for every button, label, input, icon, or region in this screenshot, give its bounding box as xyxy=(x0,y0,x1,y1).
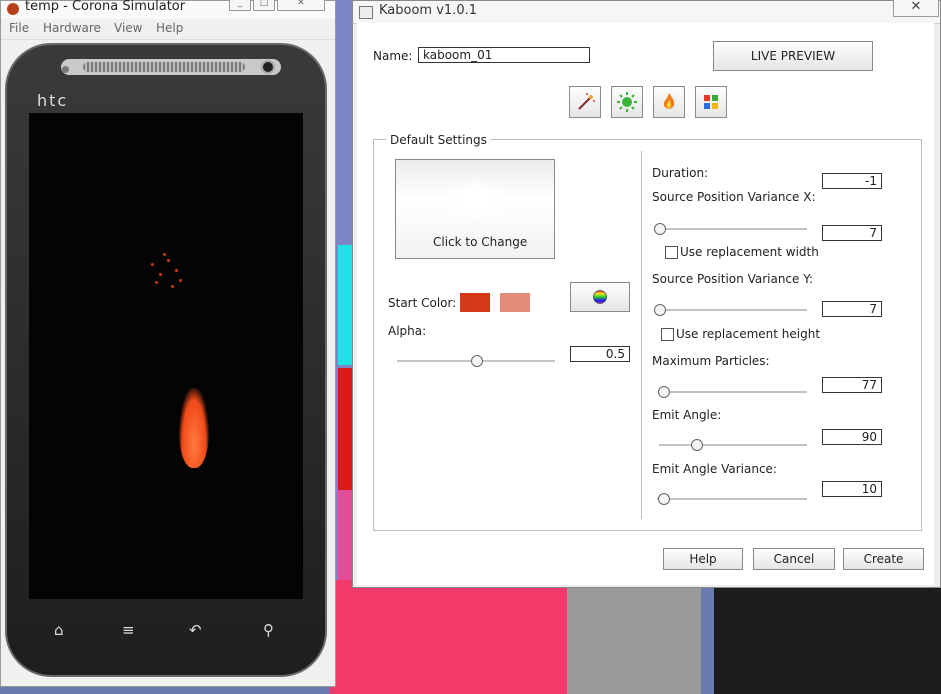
menu-file[interactable]: File xyxy=(9,21,29,35)
slider-thumb[interactable] xyxy=(653,223,666,235)
slider-thumb[interactable] xyxy=(691,439,703,451)
emit-angle-field[interactable]: 90 xyxy=(822,429,882,445)
color-grid-icon[interactable] xyxy=(695,86,727,118)
emit-angle-label: Emit Angle: xyxy=(652,408,722,422)
back-icon[interactable]: ↶ xyxy=(189,621,202,639)
use-replacement-width-checkbox[interactable] xyxy=(665,246,678,259)
minimize-button[interactable]: _ xyxy=(229,0,251,11)
desktop-background-strip xyxy=(338,490,352,580)
duration-field[interactable]: -1 xyxy=(822,173,882,189)
magic-wand-icon[interactable] xyxy=(569,86,601,118)
emit-angle-slider[interactable] xyxy=(659,439,807,451)
app-window-icon xyxy=(359,6,373,19)
desktop-background-window xyxy=(714,580,941,694)
kaboom-title: Kaboom v1.0.1 xyxy=(379,3,477,18)
sensor-dot xyxy=(62,66,69,73)
name-label: Name: xyxy=(373,49,413,63)
simulator-menubar: File Hardware View Help xyxy=(1,19,335,40)
search-icon[interactable]: ⚲ xyxy=(263,621,274,639)
window-controls: _ □ ✕ xyxy=(229,0,329,11)
fire-icon[interactable] xyxy=(653,86,685,118)
emit-angle-variance-label: Emit Angle Variance: xyxy=(652,462,777,476)
slider-thumb[interactable] xyxy=(471,355,483,367)
source-position-variance-y-field[interactable]: 7 xyxy=(822,301,882,317)
slider-track xyxy=(659,391,807,394)
slider-track xyxy=(659,444,807,447)
source-position-variance-x-slider[interactable] xyxy=(653,223,807,235)
desktop-background-window xyxy=(330,580,567,694)
particle xyxy=(175,269,178,272)
simulator-titlebar: temp - Corona Simulator _ □ ✕ xyxy=(1,0,335,19)
help-button[interactable]: Help xyxy=(663,548,743,570)
cancel-button[interactable]: Cancel xyxy=(753,548,835,570)
emit-angle-variance-slider[interactable] xyxy=(657,493,807,505)
menu-help[interactable]: Help xyxy=(156,21,183,35)
emit-angle-variance-field[interactable]: 10 xyxy=(822,481,882,497)
texture-button[interactable]: Click to Change xyxy=(395,159,555,259)
device-screen[interactable] xyxy=(29,113,303,599)
live-preview-button[interactable]: LIVE PREVIEW xyxy=(713,41,873,71)
start-color-swatch[interactable] xyxy=(460,293,490,312)
particle xyxy=(163,253,166,256)
use-replacement-width-label: Use replacement width xyxy=(680,245,819,259)
default-settings-title: Default Settings xyxy=(386,133,491,147)
column-divider xyxy=(641,151,642,519)
color-wheel-icon xyxy=(593,290,607,304)
duration-label: Duration: xyxy=(652,166,709,180)
particle xyxy=(179,279,182,282)
color-picker-button[interactable] xyxy=(570,282,630,312)
slider-track xyxy=(654,309,807,312)
desktop-background-strip xyxy=(338,245,352,365)
sun-icon[interactable] xyxy=(611,86,643,118)
menu-view[interactable]: View xyxy=(114,21,142,35)
source-position-variance-x-label: Source Position Variance X: xyxy=(652,190,816,204)
close-button[interactable]: ✕ xyxy=(893,0,939,17)
alpha-field[interactable]: 0.5 xyxy=(570,346,630,362)
kaboom-window: Kaboom v1.0.1 ✕ Name: kaboom_01 LIVE PRE… xyxy=(352,0,941,588)
slider-thumb[interactable] xyxy=(658,386,671,398)
kaboom-titlebar: Kaboom v1.0.1 ✕ xyxy=(353,0,940,24)
texture-label: Click to Change xyxy=(433,235,528,249)
home-icon[interactable]: ⌂ xyxy=(54,621,64,639)
source-position-variance-y-slider[interactable] xyxy=(653,304,807,316)
desktop-background-window xyxy=(567,580,701,694)
corona-app-icon xyxy=(7,3,19,15)
use-replacement-height-label: Use replacement height xyxy=(676,327,821,341)
menu-icon[interactable]: ≡ xyxy=(122,621,135,639)
particle xyxy=(159,273,162,276)
source-position-variance-x-field[interactable]: 7 xyxy=(822,225,882,241)
start-color-variance-swatch[interactable] xyxy=(500,293,530,312)
simulator-title: temp - Corona Simulator xyxy=(25,0,186,14)
close-button[interactable]: ✕ xyxy=(277,0,325,11)
menu-hardware[interactable]: Hardware xyxy=(43,21,101,35)
particle xyxy=(171,285,174,288)
slider-track xyxy=(654,228,807,231)
simulator-window: temp - Corona Simulator _ □ ✕ File Hardw… xyxy=(0,0,336,687)
maximum-particles-slider[interactable] xyxy=(658,386,807,398)
particle xyxy=(155,281,158,284)
phone-brand-logo: htc xyxy=(37,91,69,110)
slider-track xyxy=(657,498,807,501)
slider-thumb[interactable] xyxy=(658,493,670,505)
create-button[interactable]: Create xyxy=(843,548,924,570)
desktop-background-strip xyxy=(338,368,352,490)
name-input[interactable]: kaboom_01 xyxy=(418,47,590,63)
camera-icon xyxy=(261,60,275,74)
source-position-variance-y-label: Source Position Variance Y: xyxy=(652,272,813,286)
speaker-grille xyxy=(83,62,245,72)
particle xyxy=(151,263,154,266)
slider-thumb[interactable] xyxy=(653,304,666,316)
maximum-particles-field[interactable]: 77 xyxy=(822,377,882,393)
start-color-label: Start Color: xyxy=(388,296,457,310)
use-replacement-height-checkbox[interactable] xyxy=(661,328,674,341)
texture-preview xyxy=(441,175,511,225)
maximum-particles-label: Maximum Particles: xyxy=(652,354,770,368)
alpha-label: Alpha: xyxy=(388,324,427,338)
particle xyxy=(167,259,170,262)
alpha-slider[interactable] xyxy=(397,355,555,367)
particle-flame xyxy=(179,388,209,468)
maximize-button[interactable]: □ xyxy=(253,0,275,11)
